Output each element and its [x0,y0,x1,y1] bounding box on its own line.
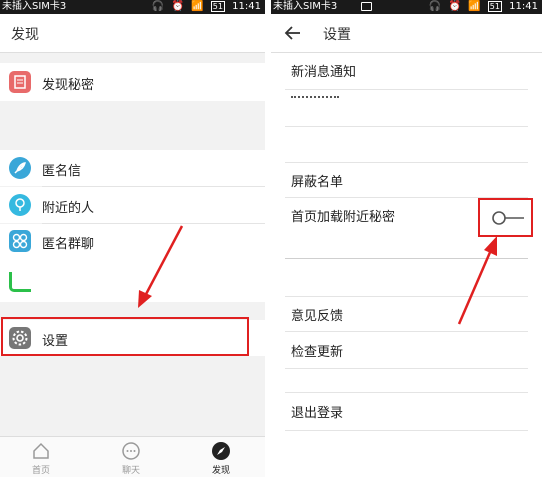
page-title: 设置 [323,27,351,43]
tab-chat[interactable]: 聊天 [101,437,161,477]
settings-item-label: 意见反馈 [291,309,344,324]
annotation-box [1,317,249,356]
home-icon [33,442,49,459]
menu-item-discover-secret[interactable]: 发现秘密 [0,63,265,101]
feather-icon [9,157,31,179]
green-app-icon [9,272,31,292]
location-pin-icon [9,194,31,216]
settings-item-label: 首页加载附近秘密 [291,210,396,225]
tab-home[interactable]: 首页 [11,437,71,477]
tab-label: 发现 [211,466,230,476]
settings-item-check-update[interactable]: 检查更新 [271,332,542,368]
compass-icon [212,442,230,460]
annotation-arrow [457,236,497,325]
settings-item-label: 检查更新 [291,345,344,360]
document-icon [9,71,31,93]
tab-discover[interactable]: 发现 [191,437,251,477]
tab-label: 首页 [31,466,50,476]
menu-item-label: 匿名群聊 [42,237,95,252]
carrier-label: 未插入SIM卡3 [2,1,67,12]
menu-item-label: 发现秘密 [42,78,95,93]
alarm-icon: ⏰ [171,1,184,12]
settings-item-label: 退出登录 [291,406,344,421]
annotation-arrow [138,225,184,308]
header: 设置 [271,14,542,53]
carrier-label: 未插入SIM卡3 [273,1,338,12]
time-label: 11:41 [509,1,538,12]
settings-item-block-list[interactable]: 屏蔽名单 [271,163,542,197]
settings-item-new-message-notification[interactable]: 新消息通知 [271,53,542,89]
battery-label: 51 [210,1,225,12]
header: 发现 [0,14,265,53]
tab-label: 聊天 [121,466,140,476]
settings-item-clear-cache[interactable] [271,90,542,126]
chat-bubble-icon [122,442,140,460]
status-bar: 未插入SIM卡3 🎧 ⏰ 📶 51 11:41 [0,0,265,14]
headphone-icon: 🎧 [428,1,442,12]
tab-bar: 首页 聊天 发现 [0,436,265,477]
wifi-icon: 📶 [191,1,204,12]
discover-screen: 未插入SIM卡3 🎧 ⏰ 📶 51 11:41 发现 发现秘密 匿名信 附近的人 [0,0,265,477]
alarm-icon: ⏰ [448,1,461,12]
headphone-icon: 🎧 [151,1,165,12]
settings-item-label: 屏蔽名单 [291,175,344,190]
settings-item-logout[interactable]: 退出登录 [271,393,542,429]
menu-item-nearby-people[interactable]: 附近的人 [0,187,265,223]
wifi-icon: 📶 [468,1,481,12]
menu-item-anonymous-letter[interactable]: 匿名信 [0,150,265,186]
back-arrow-icon[interactable] [284,25,302,41]
time-label: 11:41 [232,1,261,12]
status-bar: 未插入SIM卡3 🎧 ⏰ 📶 51 11:41 [271,0,542,14]
settings-screen: 未插入SIM卡3 🎧 ⏰ 📶 51 11:41 设置 新消息通知 屏蔽名单 首页… [271,0,542,477]
page-title: 发现 [11,27,39,43]
group-chat-icon [9,230,31,252]
settings-item-label: 新消息通知 [291,65,357,80]
menu-item-label: 匿名信 [42,164,82,179]
image-icon [361,2,372,11]
menu-item-label: 附近的人 [42,201,95,216]
battery-label: 51 [487,1,502,12]
